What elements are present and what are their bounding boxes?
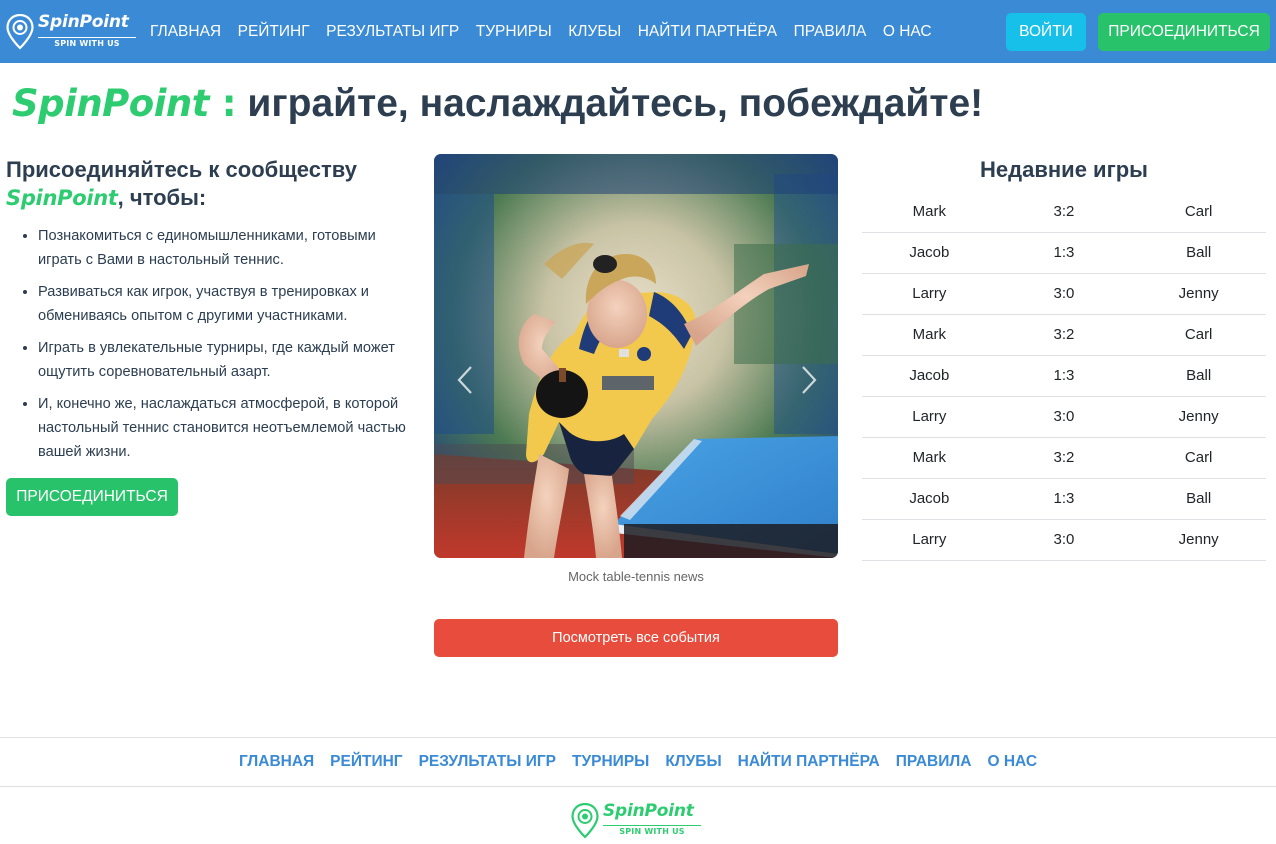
player2-cell: Ball bbox=[1131, 232, 1266, 274]
score-cell: 3:0 bbox=[996, 273, 1132, 315]
player2-cell: Carl bbox=[1131, 437, 1266, 479]
join-button-main[interactable]: ПРИСОЕДИНИТЬСЯ bbox=[6, 478, 178, 516]
logo-divider bbox=[38, 37, 136, 38]
community-title-end: , чтобы: bbox=[117, 185, 207, 210]
player1-cell: Mark bbox=[862, 437, 997, 479]
table-row: Larry 3:0 Jenny bbox=[862, 396, 1266, 438]
table-row: Mark 3:2 Carl bbox=[862, 191, 1266, 233]
table-row: Mark 3:2 Carl bbox=[862, 437, 1266, 479]
table-row: Larry 3:0 Jenny bbox=[862, 273, 1266, 315]
score-cell: 3:2 bbox=[996, 437, 1132, 479]
footer-logo-slogan: SPIN WITH US bbox=[619, 827, 685, 836]
footer-nav-home[interactable]: ГЛАВНАЯ bbox=[239, 753, 314, 771]
score-cell: 1:3 bbox=[996, 355, 1132, 397]
footer-nav-find-partner[interactable]: НАЙТИ ПАРТНЁРА bbox=[738, 753, 880, 771]
footer-divider-bottom bbox=[0, 786, 1276, 787]
benefits-list: Познакомиться с единомышленниками, готов… bbox=[6, 224, 416, 464]
benefit-item: И, конечно же, наслаждаться атмосферой, … bbox=[38, 392, 416, 464]
carousel-caption: Mock table-tennis news bbox=[568, 569, 704, 584]
table-row: Jacob 1:3 Ball bbox=[862, 232, 1266, 274]
footer-logo-brand: SpinPoint bbox=[603, 801, 694, 821]
logo-slogan: SPIN WITH US bbox=[54, 39, 120, 48]
nav-about[interactable]: О НАС bbox=[883, 23, 932, 41]
footer-nav-game-results[interactable]: РЕЗУЛЬТАТЫ ИГР bbox=[419, 753, 556, 771]
top-navbar: SpinPoint SPIN WITH US ГЛАВНАЯ РЕЙТИНГ Р… bbox=[0, 0, 1276, 63]
nav-find-partner[interactable]: НАЙТИ ПАРТНЁРА bbox=[638, 23, 777, 41]
nav-home[interactable]: ГЛАВНАЯ bbox=[150, 23, 221, 41]
player2-cell: Ball bbox=[1131, 478, 1266, 520]
footer-logo[interactable]: SpinPoint SPIN WITH US bbox=[571, 800, 703, 840]
chevron-right-icon bbox=[802, 366, 817, 394]
benefit-item: Играть в увлекательные турниры, где кажд… bbox=[38, 336, 416, 384]
player1-cell: Mark bbox=[862, 314, 997, 356]
score-cell: 3:0 bbox=[996, 519, 1132, 561]
logo-brand: SpinPoint bbox=[38, 12, 129, 32]
footer-nav-rules[interactable]: ПРАВИЛА bbox=[896, 753, 972, 771]
nav-rules[interactable]: ПРАВИЛА bbox=[794, 23, 867, 41]
nav-rating[interactable]: РЕЙТИНГ bbox=[238, 23, 310, 41]
news-photo bbox=[434, 154, 838, 558]
player1-cell: Jacob bbox=[862, 478, 997, 520]
footer-logo-divider bbox=[603, 825, 701, 826]
footer-nav-tournaments[interactable]: ТУРНИРЫ bbox=[572, 753, 649, 771]
community-title-brand: SpinPoint bbox=[6, 186, 118, 210]
main-nav: ГЛАВНАЯ РЕЙТИНГ РЕЗУЛЬТАТЫ ИГР ТУРНИРЫ К… bbox=[150, 0, 948, 63]
headline-tagline: играйте, наслаждайтесь, побеждайте! bbox=[236, 82, 984, 125]
table-row: Jacob 1:3 Ball bbox=[862, 355, 1266, 397]
table-row: Jacob 1:3 Ball bbox=[862, 478, 1266, 520]
footer-nav: ГЛАВНАЯ РЕЙТИНГ РЕЗУЛЬТАТЫ ИГР ТУРНИРЫ К… bbox=[0, 738, 1276, 786]
benefit-item: Познакомиться с единомышленниками, готов… bbox=[38, 224, 416, 272]
player2-cell: Carl bbox=[1131, 314, 1266, 356]
score-cell: 3:2 bbox=[996, 191, 1132, 233]
footer-nav-rating[interactable]: РЕЙТИНГ bbox=[330, 753, 402, 771]
score-cell: 3:0 bbox=[996, 396, 1132, 438]
footer-nav-about[interactable]: О НАС bbox=[987, 753, 1037, 771]
page-headline: SpinPoint : играйте, наслаждайтесь, побе… bbox=[12, 82, 983, 126]
player1-cell: Larry bbox=[862, 273, 997, 315]
nav-clubs[interactable]: КЛУБЫ bbox=[568, 23, 621, 41]
headline-colon: : bbox=[208, 82, 237, 125]
benefit-item: Развиваться как игрок, участвуя в тренир… bbox=[38, 280, 416, 328]
nav-tournaments[interactable]: ТУРНИРЫ bbox=[476, 23, 552, 41]
player2-cell: Jenny bbox=[1131, 396, 1266, 438]
community-title: Присоединяйтесь к сообществу SpinPoint, … bbox=[6, 156, 416, 212]
community-section: Присоединяйтесь к сообществу SpinPoint, … bbox=[6, 156, 416, 472]
score-cell: 1:3 bbox=[996, 232, 1132, 274]
headline-brand: SpinPoint bbox=[12, 82, 209, 125]
location-pin-icon bbox=[6, 14, 34, 50]
player1-cell: Jacob bbox=[862, 232, 997, 274]
view-all-events-button[interactable]: Посмотреть все события bbox=[434, 619, 838, 657]
site-logo[interactable]: SpinPoint SPIN WITH US bbox=[6, 12, 136, 52]
chevron-left-icon bbox=[457, 366, 472, 394]
carousel-next[interactable] bbox=[794, 360, 824, 400]
join-button-header[interactable]: ПРИСОЕДИНИТЬСЯ bbox=[1098, 13, 1270, 51]
table-row: Larry 3:0 Jenny bbox=[862, 519, 1266, 561]
news-carousel bbox=[434, 154, 838, 558]
score-cell: 3:2 bbox=[996, 314, 1132, 356]
player1-cell: Larry bbox=[862, 396, 997, 438]
player2-cell: Ball bbox=[1131, 355, 1266, 397]
community-title-start: Присоединяйтесь к сообществу bbox=[6, 157, 357, 182]
login-button[interactable]: ВОЙТИ bbox=[1006, 13, 1086, 51]
nav-game-results[interactable]: РЕЗУЛЬТАТЫ ИГР bbox=[326, 23, 459, 41]
player1-cell: Jacob bbox=[862, 355, 997, 397]
player2-cell: Carl bbox=[1131, 191, 1266, 233]
table-row: Mark 3:2 Carl bbox=[862, 314, 1266, 356]
player1-cell: Mark bbox=[862, 191, 997, 233]
location-pin-icon bbox=[571, 803, 599, 839]
player1-cell: Larry bbox=[862, 519, 997, 561]
score-cell: 1:3 bbox=[996, 478, 1132, 520]
player2-cell: Jenny bbox=[1131, 273, 1266, 315]
recent-games-title: Недавние игры bbox=[980, 157, 1148, 182]
player2-cell: Jenny bbox=[1131, 519, 1266, 561]
carousel-prev[interactable] bbox=[450, 360, 480, 400]
recent-games-table: Mark 3:2 Carl Jacob 1:3 Ball Larry 3:0 Jenny M… bbox=[862, 191, 1266, 561]
footer-nav-clubs[interactable]: КЛУБЫ bbox=[665, 753, 721, 771]
